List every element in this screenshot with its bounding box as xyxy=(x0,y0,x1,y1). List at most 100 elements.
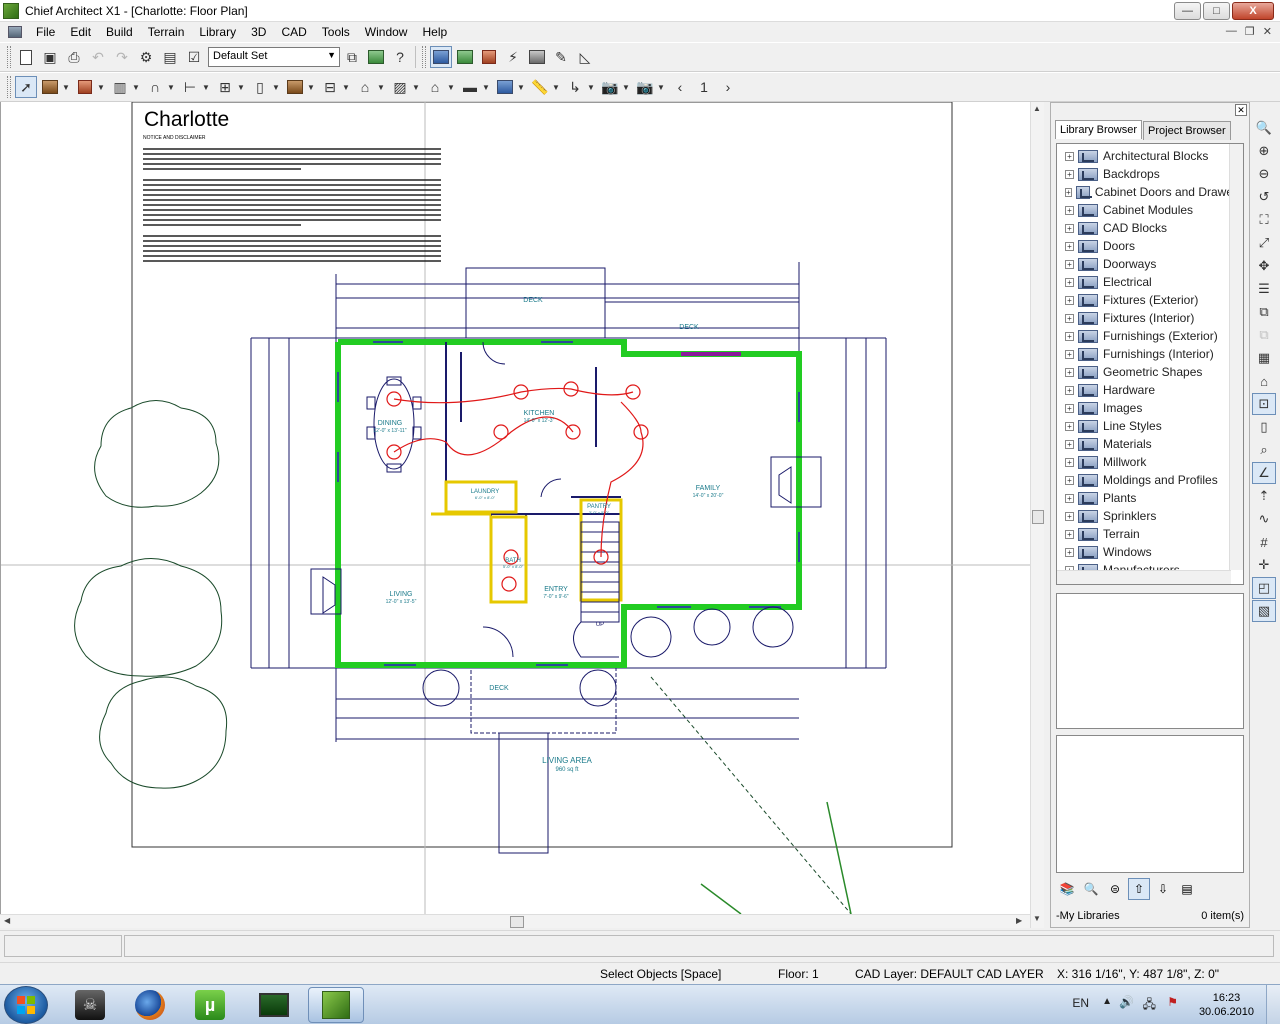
scroll-down-icon[interactable]: ▼ xyxy=(1033,914,1041,923)
library-search-icon[interactable]: 🔍 xyxy=(1080,878,1102,900)
edit-box-icon[interactable]: ◰ xyxy=(1252,577,1276,599)
app-icon[interactable] xyxy=(3,2,19,19)
save-icon[interactable]: ▣ xyxy=(39,46,61,68)
checklist-icon[interactable]: ☑ xyxy=(183,46,205,68)
show-desktop-button[interactable] xyxy=(1266,985,1280,1024)
library-close-button[interactable]: ✕ xyxy=(1235,104,1247,116)
close-button[interactable]: X xyxy=(1232,2,1274,20)
reference-display-icon[interactable]: ⧉ xyxy=(1252,301,1276,323)
cad-detail-icon[interactable]: ✎ xyxy=(550,46,572,68)
menu-edit[interactable]: Edit xyxy=(63,22,99,42)
stairs-tool-icon[interactable] xyxy=(284,76,306,98)
toolbar-grip[interactable] xyxy=(422,46,426,68)
library-properties-icon[interactable]: ▤ xyxy=(1176,878,1198,900)
canvas-vertical-scrollbar[interactable]: ▲ ▼ xyxy=(1030,102,1044,928)
library-up-icon[interactable]: ⇧ xyxy=(1128,878,1150,900)
zoom-icon[interactable]: 🔍 xyxy=(1252,117,1276,139)
wall-tool-icon[interactable] xyxy=(39,76,61,98)
grid-icon[interactable]: # xyxy=(1252,531,1276,553)
tree-item[interactable]: + Furnishings (Exterior) xyxy=(1057,327,1243,345)
room-divider-icon[interactable]: ▥ xyxy=(109,76,131,98)
clock[interactable]: 16:23 30.06.2010 xyxy=(1199,991,1254,1019)
tree-item[interactable]: + CAD Blocks xyxy=(1057,219,1243,237)
menu-library[interactable]: Library xyxy=(192,22,244,42)
fill-window-icon[interactable]: ⛶ xyxy=(1252,209,1276,231)
undo-zoom-icon[interactable]: ↺ xyxy=(1252,186,1276,208)
curve-icon[interactable]: ∿ xyxy=(1252,508,1276,530)
menu-help[interactable]: Help xyxy=(415,22,455,42)
arc-tool-icon[interactable]: ∩ xyxy=(144,76,166,98)
camera-tool-icon[interactable]: 📷 xyxy=(599,76,621,98)
tree-item[interactable]: + Moldings and Profiles xyxy=(1057,471,1243,489)
scroll-thumb[interactable] xyxy=(510,916,524,928)
tree-item[interactable]: + Fixtures (Exterior) xyxy=(1057,291,1243,309)
materials-list-icon[interactable] xyxy=(365,46,387,68)
menu-3d[interactable]: 3D xyxy=(244,22,274,42)
tab-library-browser[interactable]: Library Browser xyxy=(1055,120,1143,139)
tab-project-browser[interactable]: Project Browser xyxy=(1143,121,1231,140)
taskbar-app-utorrent[interactable]: µ xyxy=(182,987,238,1023)
undo-icon[interactable]: ↶ xyxy=(87,46,109,68)
floor-plan-view-icon[interactable] xyxy=(430,46,452,68)
swap-view-icon[interactable]: ✥ xyxy=(1252,255,1276,277)
bring-forward-icon[interactable]: ⇡ xyxy=(1252,485,1276,507)
layout-view-icon[interactable] xyxy=(526,46,548,68)
tree-item[interactable]: + Backdrops xyxy=(1057,165,1243,183)
scroll-thumb[interactable] xyxy=(1032,510,1044,524)
camera-options-icon[interactable]: 📷 xyxy=(634,76,656,98)
center-icon[interactable]: ✛ xyxy=(1252,554,1276,576)
preferences-icon[interactable]: ⚙ xyxy=(135,46,157,68)
library-books-icon[interactable]: 📚 xyxy=(1056,878,1078,900)
maximize-button[interactable]: □ xyxy=(1203,2,1230,20)
fill-window-all-icon[interactable]: ⤢ xyxy=(1252,232,1276,254)
new-file-icon[interactable] xyxy=(15,46,37,68)
box-tool-icon[interactable] xyxy=(494,76,516,98)
tree-item[interactable]: + Line Styles xyxy=(1057,417,1243,435)
zoom-out-icon[interactable]: ⊖ xyxy=(1252,163,1276,185)
terrain-tool-icon[interactable]: ▨ xyxy=(389,76,411,98)
drawing-canvas[interactable]: Charlotte NOTICE AND DISCLAIMER DINING 1… xyxy=(0,102,1030,914)
taskbar-app-firefox[interactable] xyxy=(122,987,178,1023)
grid-snap-icon[interactable]: ▦ xyxy=(1252,347,1276,369)
taskbar-app-alien[interactable]: ☠ xyxy=(62,987,118,1023)
menu-build[interactable]: Build xyxy=(99,22,141,42)
select-objects-icon[interactable]: ➚ xyxy=(15,76,37,98)
scroll-right-icon[interactable]: ▶ xyxy=(1016,916,1022,925)
doc-restore-icon[interactable]: ❐ xyxy=(1245,25,1255,38)
elevation-view-icon[interactable] xyxy=(478,46,500,68)
build-house-icon[interactable]: ⌂ xyxy=(1252,370,1276,392)
volume-icon[interactable]: 🔊 xyxy=(1119,995,1134,1009)
tree-item[interactable]: + Furnishings (Interior) xyxy=(1057,345,1243,363)
menu-tools[interactable]: Tools xyxy=(315,22,358,42)
language-indicator[interactable]: EN xyxy=(1072,996,1089,1010)
roof-tool-icon[interactable]: ⌂ xyxy=(354,76,376,98)
document-window-icon[interactable] xyxy=(8,26,22,38)
tree-item[interactable]: + Sprinklers xyxy=(1057,507,1243,525)
cabinet-tool-icon[interactable] xyxy=(74,76,96,98)
object-snap-icon[interactable]: ⊡ xyxy=(1252,393,1276,415)
color-icon[interactable]: ▧ xyxy=(1252,600,1276,622)
tree-item[interactable]: + Cabinet Doors and Drawers xyxy=(1057,183,1243,201)
doc-close-icon[interactable]: ✕ xyxy=(1263,25,1272,38)
tree-item[interactable]: + Millwork xyxy=(1057,453,1243,471)
library-down-icon[interactable]: ⇩ xyxy=(1152,878,1174,900)
tree-item[interactable]: + Doors xyxy=(1057,237,1243,255)
library-filter-icon[interactable]: ⊜ xyxy=(1104,878,1126,900)
taskbar-app-chief-architect[interactable] xyxy=(308,987,364,1023)
door-tool-icon[interactable]: ▯ xyxy=(249,76,271,98)
tree-vertical-scrollbar[interactable] xyxy=(1229,144,1243,570)
tree-item[interactable]: + Electrical xyxy=(1057,273,1243,291)
floor-number-icon[interactable]: 1 xyxy=(693,76,715,98)
network-icon[interactable]: 🖧 xyxy=(1143,995,1156,1016)
tree-item[interactable]: + Plants xyxy=(1057,489,1243,507)
floor-up-icon[interactable]: › xyxy=(717,76,739,98)
canvas-horizontal-scrollbar[interactable]: ◀ ▶ xyxy=(0,914,1030,928)
scroll-up-icon[interactable]: ▲ xyxy=(1033,104,1041,113)
tree-horizontal-scrollbar[interactable] xyxy=(1057,570,1231,584)
cross-section-icon[interactable]: ◺ xyxy=(574,46,596,68)
flag-alert-icon[interactable]: ⚑ xyxy=(1167,995,1178,1009)
menu-cad[interactable]: CAD xyxy=(274,22,314,42)
tree-item[interactable]: + Materials xyxy=(1057,435,1243,453)
menu-file[interactable]: File xyxy=(29,22,63,42)
tree-item[interactable]: + Hardware xyxy=(1057,381,1243,399)
